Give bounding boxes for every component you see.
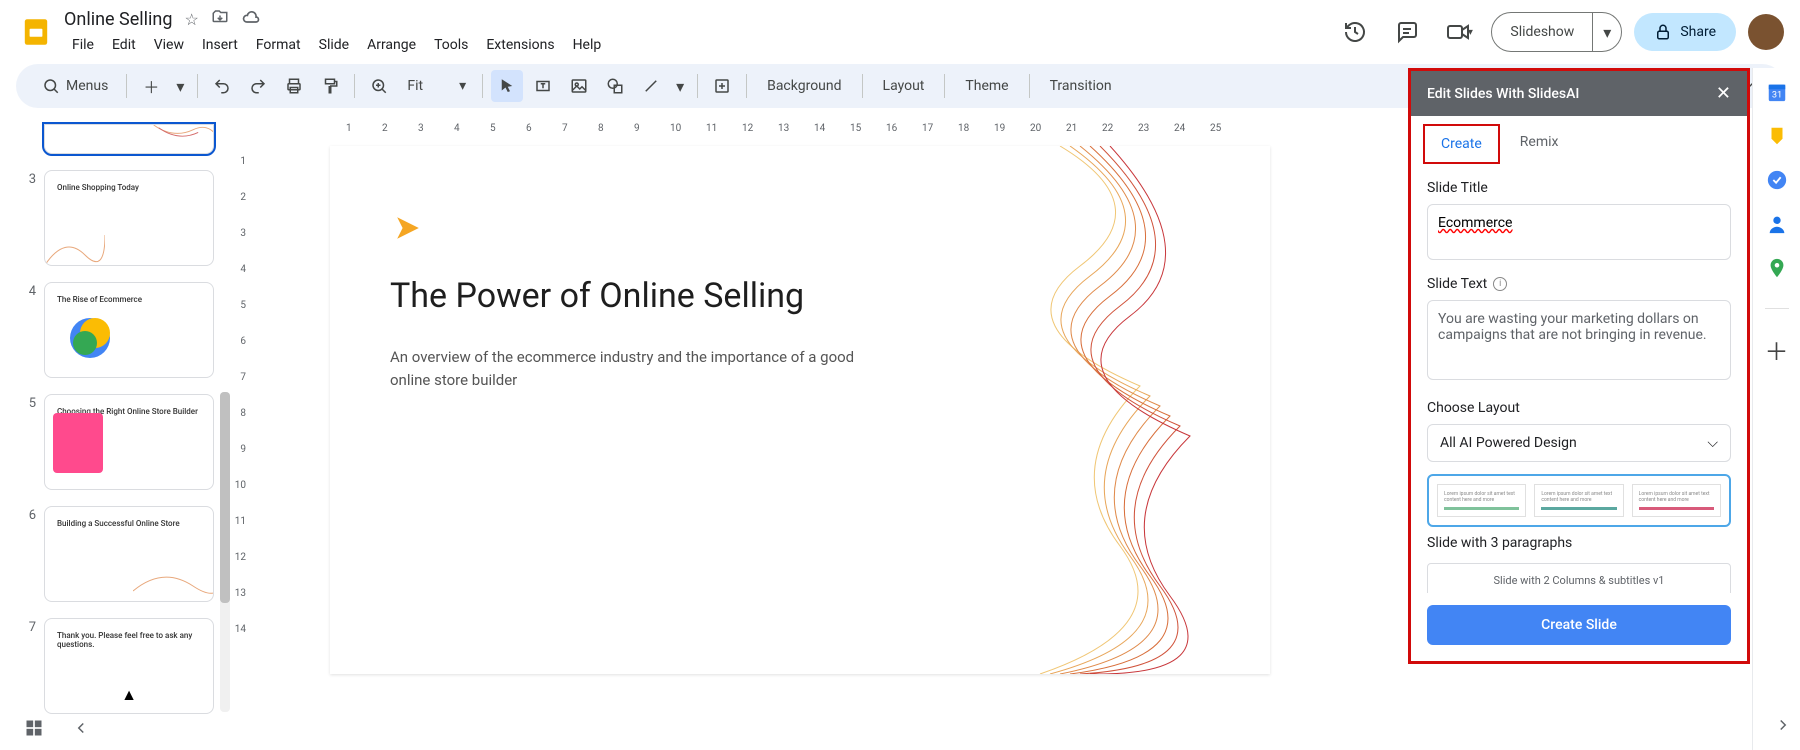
slide-thumb[interactable] (44, 124, 214, 154)
menu-extensions[interactable]: Extensions (478, 33, 562, 57)
contacts-icon[interactable] (1765, 212, 1789, 236)
history-icon[interactable] (1335, 12, 1375, 52)
share-label: Share (1680, 24, 1716, 40)
slide-text-input[interactable] (1427, 300, 1731, 380)
grid-view-icon[interactable] (24, 718, 44, 742)
comment-tool[interactable] (706, 70, 738, 102)
new-slide-button[interactable]: ＋ (135, 70, 167, 102)
right-rail: 31 ＋ (1752, 68, 1800, 750)
new-slide-dropdown[interactable]: ▾ (171, 70, 189, 102)
meet-icon[interactable]: ▾ (1439, 12, 1479, 52)
menu-insert[interactable]: Insert (194, 33, 246, 57)
prev-slide-button[interactable] (72, 719, 90, 741)
line-tool[interactable] (635, 70, 667, 102)
layout-item-2columns[interactable]: Slide with 2 Columns & subtitles v1 (1427, 563, 1731, 593)
slide-thumb[interactable]: Building a Successful Online Store (44, 506, 214, 602)
print-button[interactable] (278, 70, 310, 102)
layout-preview-3paragraphs[interactable]: Lorem ipsum dolor sit amet text content … (1427, 474, 1731, 527)
background-button[interactable]: Background (755, 78, 853, 94)
tasks-icon[interactable] (1765, 168, 1789, 192)
menu-arrange[interactable]: Arrange (359, 33, 424, 57)
next-rail-button[interactable] (1774, 716, 1792, 738)
paint-format-button[interactable] (314, 70, 346, 102)
calendar-icon[interactable]: 31 (1765, 80, 1789, 104)
menu-format[interactable]: Format (248, 33, 309, 57)
slide-thumb[interactable]: Thank you. Please feel free to ask any q… (44, 618, 214, 714)
layout-select[interactable]: All AI Powered Design ⌵ (1427, 424, 1731, 462)
slide-title-label: Slide Title (1427, 180, 1731, 196)
menu-view[interactable]: View (146, 33, 192, 57)
theme-button[interactable]: Theme (953, 78, 1020, 94)
maps-icon[interactable] (1765, 256, 1789, 280)
slide-logo-icon (390, 210, 426, 250)
slideshow-dropdown[interactable]: ▾ (1593, 23, 1621, 42)
layout-button[interactable]: Layout (871, 78, 937, 94)
tab-remix[interactable]: Remix (1504, 124, 1575, 164)
create-slide-button[interactable]: Create Slide (1427, 605, 1731, 645)
menu-file[interactable]: File (64, 33, 102, 57)
svg-text:31: 31 (1771, 91, 1781, 101)
slide-canvas[interactable]: The Power of Online Selling An overview … (330, 146, 1270, 674)
filmstrip: 3 Online Shopping Today 4 The Rise of Ec… (0, 116, 230, 716)
textbox-tool[interactable] (527, 70, 559, 102)
zoom-button[interactable] (363, 70, 395, 102)
filmstrip-scrollbar[interactable] (220, 392, 230, 712)
line-dropdown[interactable]: ▾ (671, 70, 689, 102)
info-icon[interactable]: i (1493, 277, 1507, 291)
close-icon[interactable]: ✕ (1716, 83, 1731, 104)
panel-title: Edit Slides With SlidesAI (1427, 86, 1579, 102)
shape-tool[interactable] (599, 70, 631, 102)
slide-title-input[interactable]: Ecommerce (1427, 204, 1731, 260)
search-menus[interactable]: Menus (32, 70, 118, 102)
slide-text-label: Slide Text (1427, 276, 1487, 292)
slide-thumb[interactable]: Choosing the Right Online Store Builder (44, 394, 214, 490)
chevron-down-icon: ⌵ (1707, 435, 1718, 451)
star-icon[interactable]: ☆ (184, 10, 198, 29)
slide-thumb[interactable]: The Rise of Ecommerce (44, 282, 214, 378)
menu-tools[interactable]: Tools (426, 33, 476, 57)
menu-help[interactable]: Help (565, 33, 610, 57)
redo-button[interactable] (242, 70, 274, 102)
layout-caption: Slide with 3 paragraphs (1427, 535, 1731, 551)
select-tool[interactable] (491, 70, 523, 102)
menu-bar: FileEditViewInsertFormatSlideArrangeTool… (64, 33, 1335, 57)
slideshow-button[interactable]: Slideshow (1492, 13, 1593, 51)
decorative-wave (960, 146, 1280, 674)
slide-subtitle[interactable]: An overview of the ecommerce industry an… (390, 346, 890, 391)
slide-thumb[interactable]: Online Shopping Today (44, 170, 214, 266)
document-title[interactable]: Online Selling (64, 9, 172, 30)
vertical-ruler: 1234567891011121314 (230, 136, 250, 716)
choose-layout-label: Choose Layout (1427, 400, 1731, 416)
transition-button[interactable]: Transition (1038, 78, 1124, 94)
keep-icon[interactable] (1765, 124, 1789, 148)
zoom-select[interactable]: Fit ▾ (399, 70, 474, 102)
tab-create[interactable]: Create (1423, 124, 1500, 164)
image-tool[interactable] (563, 70, 595, 102)
move-icon[interactable] (211, 8, 229, 30)
menu-slide[interactable]: Slide (311, 33, 357, 57)
slide-title[interactable]: The Power of Online Selling (390, 276, 804, 316)
cloud-status-icon[interactable] (241, 7, 261, 31)
menu-edit[interactable]: Edit (104, 33, 144, 57)
slides-logo[interactable] (16, 12, 56, 52)
add-icon[interactable]: ＋ (1765, 337, 1789, 361)
comments-icon[interactable] (1387, 12, 1427, 52)
user-avatar[interactable] (1748, 14, 1784, 50)
share-button[interactable]: Share (1634, 13, 1736, 51)
undo-button[interactable] (206, 70, 238, 102)
slidesai-panel: Edit Slides With SlidesAI ✕ Create Remix… (1408, 68, 1750, 664)
